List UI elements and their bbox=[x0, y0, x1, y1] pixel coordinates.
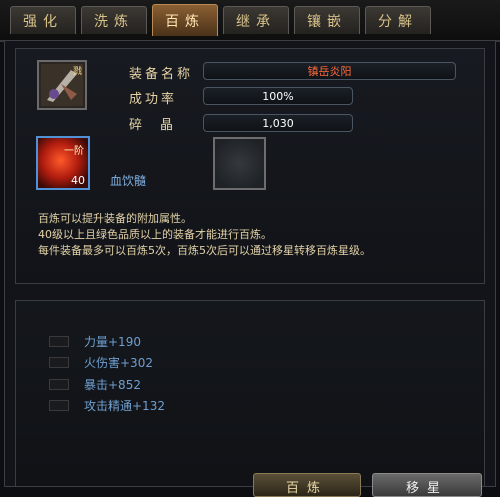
description-line: 每件装备最多可以百炼5次，百炼5次后可以通过移星转移百炼星级。 bbox=[38, 244, 371, 257]
attribute-checkbox[interactable] bbox=[49, 399, 69, 411]
equipment-name-value: 镇岳炎阳 bbox=[203, 62, 456, 80]
attribute-text: 暴击+852 bbox=[84, 377, 141, 392]
material-slot[interactable]: 一阶 40 bbox=[36, 136, 90, 190]
refine-description: 百炼可以提升装备的附加属性。 40级以上且绿色品质以上的装备才能进行百炼。 每件… bbox=[38, 211, 478, 259]
attribute-text: 火伤害+302 bbox=[84, 355, 153, 370]
material-count: 40 bbox=[71, 174, 85, 187]
fragments-value: 1,030 bbox=[203, 114, 353, 132]
attribute-text: 攻击精通+132 bbox=[84, 398, 165, 413]
move-star-button[interactable]: 移星 bbox=[372, 473, 482, 497]
result-slot[interactable] bbox=[213, 137, 266, 190]
tab-decompose[interactable]: 分解 bbox=[365, 6, 431, 34]
attribute-checkbox[interactable] bbox=[49, 378, 69, 390]
tab-strengthen[interactable]: 强化 bbox=[10, 6, 76, 34]
attribute-row[interactable]: 火伤害+302 bbox=[49, 355, 153, 370]
attribute-row[interactable]: 暴击+852 bbox=[49, 377, 141, 392]
tab-bar: 强化 洗炼 百炼 继承 镶嵌 分解 bbox=[0, 0, 500, 42]
material-name: 血饮髓 bbox=[110, 174, 147, 188]
tab-inherit[interactable]: 继承 bbox=[223, 6, 289, 34]
equipment-slot[interactable]: 戮 bbox=[37, 60, 87, 110]
fragments-label: 碎晶 bbox=[129, 118, 192, 133]
success-rate-value: 100% bbox=[203, 87, 353, 105]
attribute-section bbox=[15, 300, 485, 487]
description-line: 百炼可以提升装备的附加属性。 bbox=[38, 212, 192, 225]
description-line: 40级以上且绿色品质以上的装备才能进行百炼。 bbox=[38, 228, 272, 241]
material-tier-tag: 一阶 bbox=[64, 146, 84, 157]
attribute-row[interactable]: 力量+190 bbox=[49, 334, 141, 349]
equipment-badge: 戮 bbox=[72, 67, 82, 77]
tab-refresh[interactable]: 洗炼 bbox=[81, 6, 147, 34]
tab-inlay[interactable]: 镶嵌 bbox=[294, 6, 360, 34]
equipment-name-label: 装备名称 bbox=[129, 67, 194, 82]
attribute-checkbox[interactable] bbox=[49, 335, 69, 347]
attribute-row[interactable]: 攻击精通+132 bbox=[49, 398, 165, 413]
refine-button[interactable]: 百炼 bbox=[253, 473, 361, 497]
attribute-checkbox[interactable] bbox=[49, 356, 69, 368]
success-rate-label: 成功率 bbox=[129, 92, 178, 107]
attribute-text: 力量+190 bbox=[84, 334, 141, 349]
tab-refine[interactable]: 百炼 bbox=[152, 4, 218, 36]
